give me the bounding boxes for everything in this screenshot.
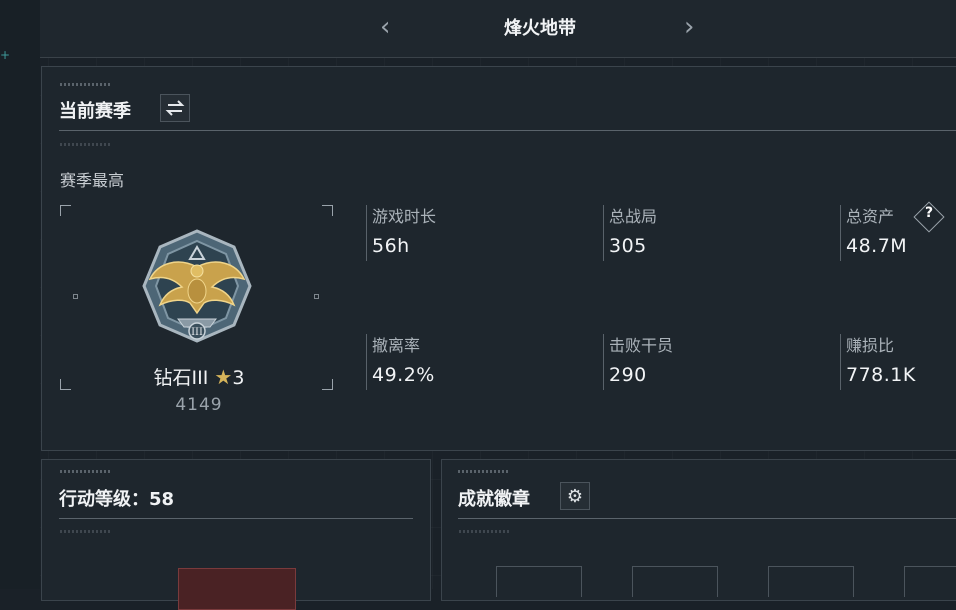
season-panel-title: 当前赛季 [59,101,131,122]
stat-label: 赚损比 [846,336,895,355]
frame-side-marker [73,294,78,299]
stat-bar [603,334,604,390]
chevron-right-icon[interactable]: › [684,12,694,42]
stat-bar [366,334,367,390]
achievement-slot[interactable] [768,566,854,597]
star-icon: ★ [214,365,233,389]
left-edge-strip [0,0,40,589]
gear-icon[interactable]: ⚙ [560,482,590,510]
divider-tag-decoration [60,143,112,146]
help-icon-glyph[interactable]: ? [918,205,940,221]
stat-profit-loss-ratio: 赚损比 778.1K [840,332,950,392]
frame-corner [60,205,71,216]
level-title-divider [59,518,413,519]
crosshair-marker: + [0,48,11,62]
rank-score: 4149 [175,395,223,415]
rank-name: 钻石III [153,367,209,389]
eagle-rank-emblem-icon: III [138,227,256,345]
mode-title: 烽火地带 [504,18,576,39]
frame-corner [60,379,71,390]
stat-label: 游戏时长 [372,207,437,226]
swap-icon[interactable] [160,94,190,122]
action-level-title: 行动等级：58 [59,489,175,510]
stat-value: 778.1K [846,364,916,386]
panel-tag-decoration [458,470,510,473]
achievement-slot[interactable] [496,566,582,597]
rank-stars: 3 [232,367,245,389]
stat-value: 49.2% [372,364,435,386]
frame-corner [322,205,333,216]
chevron-left-icon[interactable]: ‹ [380,12,390,42]
rank-title: 钻石III ★3 [124,363,274,390]
stat-value: 56h [372,235,410,257]
frame-corner [322,379,333,390]
svg-text:III: III [191,327,203,338]
stat-play-time: 游戏时长 56h [366,203,586,263]
panel-tag-decoration [60,470,112,473]
stat-label: 总资产 [846,207,895,226]
stat-total-matches: 总战局 305 [603,203,823,263]
achievements-title-divider [458,518,956,519]
stat-value: 305 [609,235,647,257]
stat-bar [840,205,841,261]
achievement-slot[interactable] [632,566,718,597]
stat-bar [366,205,367,261]
season-best-label: 赛季最高 [60,171,125,190]
action-level-panel: 行动等级：58 [41,459,431,610]
stat-extraction-rate: 撤离率 49.2% [366,332,586,392]
current-season-panel: 当前赛季 赛季最高 III 钻石III ★3 4149 游戏时长 56h 总战局… [41,66,956,451]
divider-tag-decoration [459,530,511,533]
stat-operators-defeated: 击败干员 290 [603,332,823,392]
divider-tag-decoration [60,530,112,533]
stat-total-assets: 总资产 ? 48.7M [840,201,950,263]
stat-value: 48.7M [846,235,908,257]
level-card[interactable] [178,568,296,610]
mode-selector-bar: ‹ 烽火地带 › [40,0,956,58]
stat-bar [603,205,604,261]
stat-bar [840,334,841,390]
panel-tag-decoration [60,83,112,86]
stat-label: 撤离率 [372,336,421,355]
stat-label: 总战局 [609,207,658,226]
stat-label: 击败干员 [609,336,674,355]
achievements-title: 成就徽章 [458,489,530,510]
achievements-panel: 成就徽章 ⚙ [441,459,956,601]
achievement-slot[interactable] [904,566,956,597]
season-title-divider [59,130,956,131]
frame-side-marker [314,294,319,299]
stat-value: 290 [609,364,647,386]
